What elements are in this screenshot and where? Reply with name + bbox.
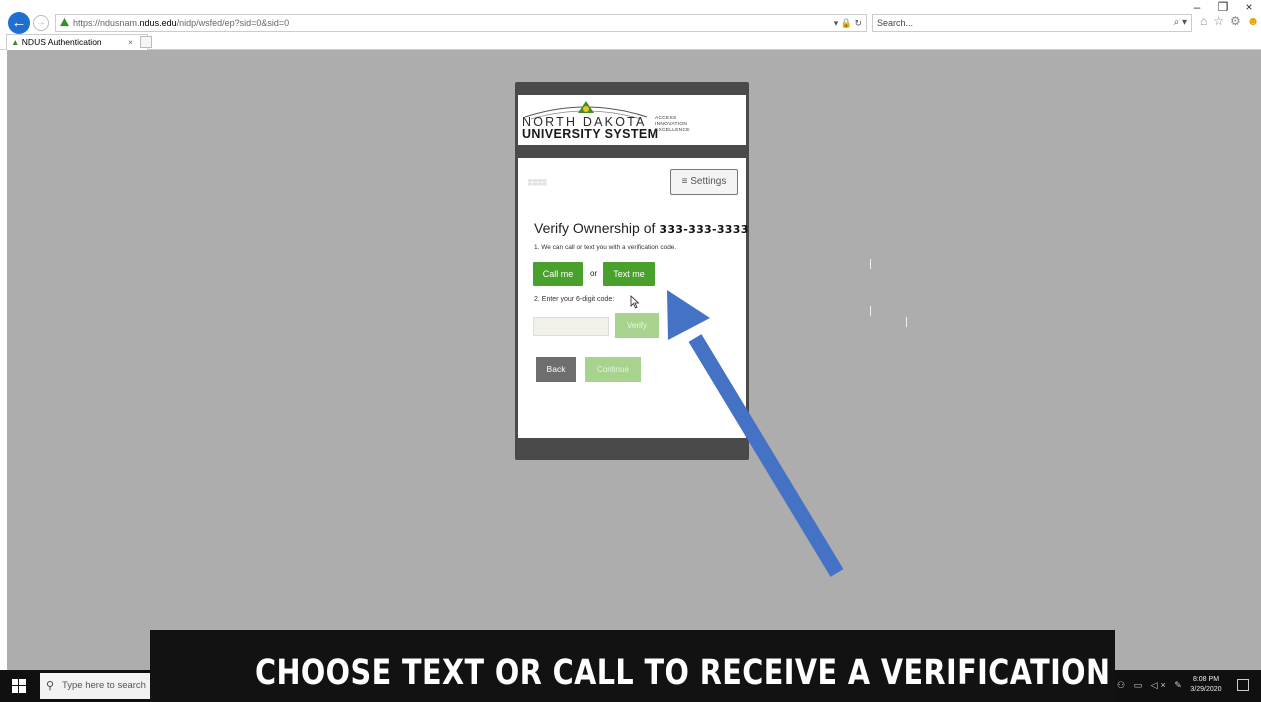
app-logo-icon: ▒▒▒▒ xyxy=(528,180,548,186)
settings-button[interactable]: ≡ Settings xyxy=(670,169,738,195)
feedback-smiley-icon[interactable]: ☻ xyxy=(1247,14,1260,28)
url-path: /nidp/wsfed/ep?sid=0&sid=0 xyxy=(176,18,290,28)
url-prefix: https://ndusnam. xyxy=(73,18,140,28)
site-favicon-icon xyxy=(60,18,69,27)
artifact-mark xyxy=(870,306,871,316)
or-label: or xyxy=(590,269,598,278)
taskbar-search-placeholder: Type here to search xyxy=(62,680,146,691)
clock[interactable]: 8:08 PM 3/29/2020 xyxy=(1184,675,1228,695)
code-input[interactable] xyxy=(533,317,609,336)
clock-time: 8:08 PM xyxy=(1192,676,1220,683)
artifact-mark xyxy=(870,259,871,269)
browser-forward-button[interactable]: → xyxy=(33,15,49,31)
settings-gear-icon[interactable]: ⚙ xyxy=(1230,14,1241,28)
phone-number: 333-333-3333 xyxy=(659,223,749,236)
brand-line2: UNIVERSITY SYSTEM xyxy=(522,127,659,141)
continue-button[interactable]: Continue xyxy=(585,357,641,382)
text-me-button[interactable]: Text me xyxy=(603,262,655,286)
brand-header: NORTH DAKOTA UNIVERSITY SYSTEM ACCESS IN… xyxy=(518,95,746,145)
tab-row: ▲ NDUS Authentication × xyxy=(0,34,1261,50)
mouse-cursor-icon xyxy=(630,295,640,309)
home-icon[interactable]: ⌂ xyxy=(1200,14,1207,28)
search-icon[interactable]: ⌕ ▾ xyxy=(1174,15,1187,31)
notification-icon[interactable] xyxy=(1237,679,1249,691)
caption-text: CHOOSE TEXT OR CALL TO RECEIVE A VERIFIC… xyxy=(254,653,1115,693)
tab-ndus-authentication[interactable]: ▲ NDUS Authentication × xyxy=(6,34,148,50)
toolbar-icons: ⌂ ☆ ⚙ ☻ xyxy=(1200,14,1259,28)
browser-search-input[interactable]: Search... ⌕ ▾ xyxy=(872,14,1192,32)
verify-button[interactable]: Verify xyxy=(615,313,659,338)
system-tray: ⚇ ▭ ◁× ✎ 8:08 PM 3/29/2020 xyxy=(1117,670,1261,702)
browser-chrome: – ❐ × ← → https://ndusnam.ndus.edu/nidp/… xyxy=(0,0,1261,50)
brand-tagline: ACCESS INNOVATION EXCELLENCE xyxy=(655,116,690,134)
back-button[interactable]: Back xyxy=(536,357,576,382)
tray-icons[interactable]: ⚇ ▭ ◁× ✎ xyxy=(1117,680,1185,691)
mobile-frame: NORTH DAKOTA UNIVERSITY SYSTEM ACCESS IN… xyxy=(515,82,749,460)
call-me-button[interactable]: Call me xyxy=(533,262,583,286)
new-tab-button[interactable] xyxy=(140,36,152,48)
url-host: ndus.edu xyxy=(139,18,177,28)
tab-favicon-icon: ▲ xyxy=(11,37,20,47)
navigation-row: ← → https://ndusnam.ndus.edu/nidp/wsfed/… xyxy=(0,12,1261,34)
page-title: Verify Ownership of 333-333-3333 xyxy=(534,220,749,236)
step1-instruction: 1. We can call or text you with a verifi… xyxy=(534,244,677,251)
tab-close-icon[interactable]: × xyxy=(128,35,133,50)
tagline-excellence: EXCELLENCE xyxy=(655,128,690,133)
browser-back-button[interactable]: ← xyxy=(8,12,30,34)
windows-start-icon[interactable] xyxy=(12,679,26,693)
taskbar-search-input[interactable]: ⚲ Type here to search xyxy=(40,673,150,699)
step2-instruction: 2. Enter your 6-digit code: xyxy=(534,296,615,303)
verification-card: Verify Ownership of 333-333-3333 1. We ca… xyxy=(529,211,748,391)
favorites-star-icon[interactable]: ☆ xyxy=(1213,14,1224,28)
search-icon: ⚲ xyxy=(46,680,55,692)
header-divider xyxy=(518,145,746,158)
artifact-mark xyxy=(906,317,907,327)
page-viewport: NORTH DAKOTA UNIVERSITY SYSTEM ACCESS IN… xyxy=(7,50,1261,670)
clock-date: 3/29/2020 xyxy=(1190,686,1222,693)
tab-title: NDUS Authentication xyxy=(21,37,102,47)
address-bar[interactable]: https://ndusnam.ndus.edu/nidp/wsfed/ep?s… xyxy=(55,14,867,32)
video-caption: CHOOSE TEXT OR CALL TO RECEIVE A VERIFIC… xyxy=(150,630,1115,702)
title-text: Verify Ownership of xyxy=(534,220,656,236)
lock-refresh-icon[interactable]: ▾ 🔒 ↻ xyxy=(834,15,862,31)
search-placeholder: Search... xyxy=(877,18,914,28)
verification-app: ▒▒▒▒ ≡ Settings Verify Ownership of 333-3… xyxy=(518,158,748,438)
